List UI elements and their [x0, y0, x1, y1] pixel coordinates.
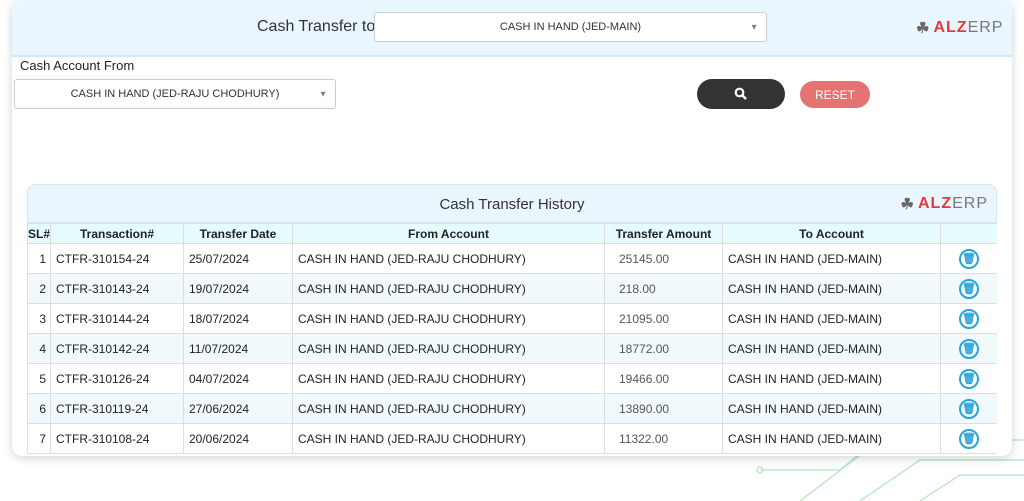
history-table: SL# Transaction# Transfer Date From Account…	[27, 223, 997, 454]
cell-from: CASH IN HAND (JED-RAJU CHODHURY)	[292, 303, 605, 334]
delete-icon[interactable]: 🗑︎	[959, 398, 979, 419]
cell-sl: 6	[27, 393, 51, 424]
cell-action: 🗑︎	[940, 363, 997, 394]
page-title: Cash Transfer to	[257, 18, 376, 35]
header-band: Cash Transfer to CASH IN HAND (JED-MAIN)…	[12, 0, 1012, 57]
cell-txn: CTFR-310126-24	[50, 363, 184, 394]
delete-icon[interactable]: 🗑︎	[959, 308, 979, 329]
cell-txn: CTFR-310144-24	[50, 303, 184, 334]
logo-mark-icon: ☘	[916, 20, 931, 37]
logo-text-a: ALZ	[917, 195, 953, 212]
cell-to: CASH IN HAND (JED-MAIN)	[722, 303, 941, 334]
cell-action: 🗑︎	[940, 333, 997, 364]
search-button[interactable]	[697, 79, 785, 109]
table-row: 4 CTFR-310142-24 11/07/2024 CASH IN HAND (J…	[27, 333, 997, 364]
cell-amount: 218.00	[604, 273, 723, 304]
column-header	[940, 223, 997, 244]
cell-txn: CTFR-310108-24	[50, 423, 184, 454]
cell-from: CASH IN HAND (JED-RAJU CHODHURY)	[292, 243, 605, 274]
column-header: Transfer Amount	[604, 223, 723, 244]
column-header: From Account	[292, 223, 605, 244]
logo-mark-icon: ☘	[900, 196, 915, 213]
table-row: 3 CTFR-310144-24 18/07/2024 CASH IN HAND (J…	[27, 303, 997, 334]
cell-txn: CTFR-310143-24	[50, 273, 184, 304]
alzerp-logo: ☘ ALZ ERP	[916, 19, 1003, 37]
cell-date: 18/07/2024	[183, 303, 293, 334]
cell-amount: 21095.00	[604, 303, 723, 334]
cell-from: CASH IN HAND (JED-RAJU CHODHURY)	[292, 363, 605, 394]
logo-text-a: ALZ	[933, 19, 968, 36]
cell-date: 19/07/2024	[183, 273, 293, 304]
cell-amount: 25145.00	[604, 243, 723, 274]
cell-txn: CTFR-310142-24	[50, 333, 184, 364]
chevron-down-icon: ▼	[750, 22, 758, 32]
cell-from: CASH IN HAND (JED-RAJU CHODHURY)	[292, 333, 605, 364]
cell-date: 20/06/2024	[183, 423, 293, 454]
delete-icon[interactable]: 🗑︎	[959, 368, 979, 389]
column-header: Transfer Date	[183, 223, 293, 244]
cell-to: CASH IN HAND (JED-MAIN)	[722, 243, 941, 274]
cell-amount: 11322.00	[604, 423, 723, 454]
cell-action: 🗑︎	[940, 273, 997, 304]
cell-from: CASH IN HAND (JED-RAJU CHODHURY)	[292, 423, 605, 454]
cell-txn: CTFR-310154-24	[50, 243, 184, 274]
history-title: Cash Transfer History	[439, 196, 585, 213]
account-from-select[interactable]: CASH IN HAND (JED-RAJU CHODHURY) ▼	[14, 79, 336, 109]
column-header: Transaction#	[50, 223, 184, 244]
cell-sl: 3	[27, 303, 51, 334]
cell-sl: 1	[27, 243, 51, 274]
history-card: Cash Transfer History ☘ ALZ ERP SL# Transa…	[27, 184, 997, 456]
cell-date: 04/07/2024	[183, 363, 293, 394]
cell-date: 27/06/2024	[183, 393, 293, 424]
column-header: To Account	[722, 223, 941, 244]
cell-to: CASH IN HAND (JED-MAIN)	[722, 423, 941, 454]
cell-amount: 19466.00	[604, 363, 723, 394]
search-icon	[734, 87, 747, 100]
alzerp-logo: ☘ ALZ ERP	[901, 195, 988, 213]
delete-icon[interactable]: 🗑︎	[959, 248, 979, 269]
cell-action: 🗑︎	[940, 303, 997, 334]
transfer-to-value: CASH IN HAND (JED-MAIN)	[499, 21, 642, 33]
cell-txn: CTFR-310119-24	[50, 393, 184, 424]
cell-from: CASH IN HAND (JED-RAJU CHODHURY)	[292, 393, 605, 424]
table-row: 2 CTFR-310143-24 19/07/2024 CASH IN HAND (J…	[27, 273, 997, 304]
reset-button[interactable]: RESET	[800, 81, 870, 108]
transfer-to-select[interactable]: CASH IN HAND (JED-MAIN) ▼	[374, 12, 767, 42]
cell-date: 11/07/2024	[183, 333, 293, 364]
table-row: 6 CTFR-310119-24 27/06/2024 CASH IN HAND (J…	[27, 393, 997, 424]
cell-to: CASH IN HAND (JED-MAIN)	[722, 273, 941, 304]
cell-sl: 7	[27, 423, 51, 454]
table-row: 7 CTFR-310108-24 20/06/2024 CASH IN HAND (J…	[27, 423, 997, 454]
cell-to: CASH IN HAND (JED-MAIN)	[722, 393, 941, 424]
cell-action: 🗑︎	[940, 393, 997, 424]
logo-text-b: ERP	[952, 195, 988, 212]
cell-sl: 4	[27, 333, 51, 364]
cell-sl: 2	[27, 273, 51, 304]
cell-action: 🗑︎	[940, 243, 997, 274]
cell-to: CASH IN HAND (JED-MAIN)	[722, 363, 941, 394]
history-header: Cash Transfer History ☘ ALZ ERP	[27, 184, 997, 223]
account-from-value: CASH IN HAND (JED-RAJU CHODHURY)	[70, 88, 280, 100]
logo-text-b: ERP	[967, 19, 1004, 36]
cell-amount: 13890.00	[604, 393, 723, 424]
account-from-label: Cash Account From	[20, 58, 135, 73]
cell-sl: 5	[27, 363, 51, 394]
cell-action: 🗑︎	[940, 423, 997, 454]
cell-from: CASH IN HAND (JED-RAJU CHODHURY)	[292, 273, 605, 304]
delete-icon[interactable]: 🗑︎	[959, 428, 979, 449]
table-row: 5 CTFR-310126-24 04/07/2024 CASH IN HAND (J…	[27, 363, 997, 394]
cell-amount: 18772.00	[604, 333, 723, 364]
cell-date: 25/07/2024	[183, 243, 293, 274]
cash-transfer-panel: Cash Transfer to CASH IN HAND (JED-MAIN)…	[12, 0, 1012, 456]
column-header: SL#	[27, 223, 51, 244]
delete-icon[interactable]: 🗑︎	[959, 278, 979, 299]
delete-icon[interactable]: 🗑︎	[959, 338, 979, 359]
cell-to: CASH IN HAND (JED-MAIN)	[722, 333, 941, 364]
table-row: 1 CTFR-310154-24 25/07/2024 CASH IN HAND (J…	[27, 243, 997, 274]
chevron-down-icon: ▼	[319, 89, 327, 99]
